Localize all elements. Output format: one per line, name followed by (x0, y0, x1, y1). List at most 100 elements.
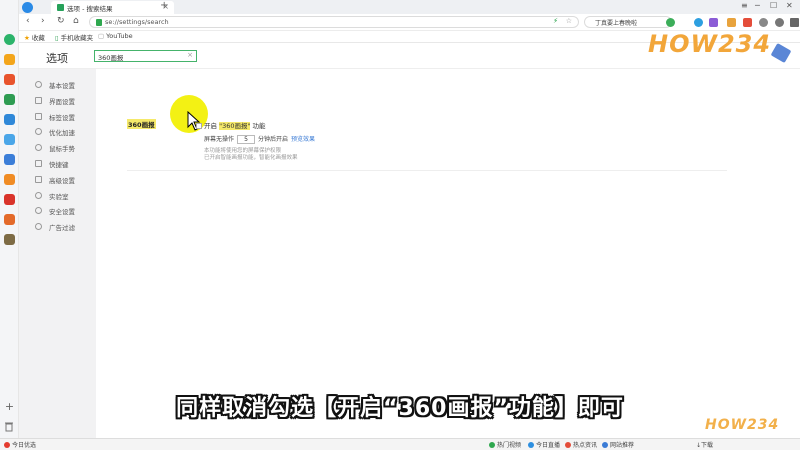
app-sidebar: + (0, 0, 19, 450)
idle-minutes-input[interactable]: 5 (237, 135, 256, 144)
sidebar-item-label: 基本设置 (49, 82, 75, 90)
sidebar-item-label: 安全设置 (49, 208, 75, 216)
undo-icon[interactable] (775, 18, 784, 27)
tab-title: 选项 - 搜索结果 (67, 5, 113, 13)
reload-icon[interactable]: ↻ (57, 16, 65, 26)
clear-search-icon[interactable]: × (187, 51, 193, 59)
tab-strip: 选项 - 搜索结果 × + ≡ ─ ☐ ✕ (19, 0, 800, 14)
sidebar-item-speed[interactable]: 优化加速 (35, 127, 95, 137)
option-highlight: "360画报" (219, 122, 251, 130)
today-picks[interactable]: 今日优选 (4, 440, 36, 449)
preview-link[interactable]: 预览效果 (291, 136, 315, 143)
app-doc-icon[interactable] (4, 154, 15, 165)
watermark-logo-top: HOW234 (648, 30, 792, 64)
status-item-live[interactable]: 今日直播 (528, 440, 560, 449)
tools-icon[interactable] (759, 18, 768, 27)
youtube-bookmark[interactable]: ▢ YouTube (98, 32, 133, 40)
extension-blue-icon[interactable] (694, 18, 703, 27)
option-prefix: 开启 (204, 122, 217, 130)
sidebar-item-shortcuts[interactable]: 快捷键 (35, 159, 95, 169)
menu-icon[interactable]: ≡ (741, 1, 748, 10)
extension-purple-icon[interactable] (709, 18, 718, 27)
more-menu-icon[interactable] (790, 18, 799, 27)
option-suffix: 功能 (252, 122, 266, 130)
status-item-label: 今日直播 (536, 442, 561, 449)
address-bar[interactable]: se://settings/search ⚡ ☆ (89, 16, 579, 28)
keyboard-icon (35, 160, 42, 167)
phone-icon: ▯ (55, 34, 59, 42)
browser-logo-icon[interactable] (22, 2, 33, 13)
app-mail-icon[interactable] (4, 74, 15, 85)
sidebar-item-label: 高级设置 (49, 177, 75, 185)
favorites-button[interactable]: ★ 收藏 (24, 32, 45, 42)
status-item-label: 网站推荐 (610, 442, 635, 449)
speed-mode-icon[interactable]: ⚡ (553, 17, 558, 25)
browser-window: + 选项 - 搜索结果 × + ≡ ─ ☐ ✕ ‹ › ↻ ⌂ se://set… (0, 0, 800, 450)
app-p-icon[interactable] (4, 114, 15, 125)
home-icon (35, 81, 42, 88)
status-item-news[interactable]: 热点资讯 (565, 440, 597, 449)
watermark-text: HOW234 (648, 30, 772, 58)
app-games-icon[interactable] (4, 94, 15, 105)
watermark-logo-bottom: HOW234 (705, 417, 779, 433)
extension-green-icon[interactable] (666, 18, 675, 27)
video-caption: 同样取消勾选【开启“360画报”功能】即可 (176, 396, 624, 421)
settings-tab-favicon-icon (57, 4, 64, 11)
back-icon[interactable]: ‹ (26, 16, 30, 26)
sidebar-item-lab[interactable]: 实验室 (35, 191, 95, 201)
app-star-icon[interactable] (4, 54, 15, 65)
app-game3-icon[interactable] (4, 234, 15, 245)
web-search-box[interactable]: 丁真要上春晚啦 (584, 16, 672, 28)
app-360-icon[interactable] (4, 34, 15, 45)
store-icon[interactable] (743, 18, 752, 27)
settings-search-value[interactable]: 360画报 (98, 52, 123, 62)
app-game2-icon[interactable] (4, 214, 15, 225)
home-icon[interactable]: ⌂ (73, 16, 79, 26)
status-item-sites[interactable]: 网站推荐 (602, 440, 634, 449)
settings-search-input[interactable]: 360画报 × (94, 50, 197, 62)
mobile-favorites-button[interactable]: ▯ 手机收藏夹 (55, 32, 93, 42)
sidebar-item-mouse-gestures[interactable]: 鼠标手势 (35, 143, 95, 153)
sidebar-item-label: 快捷键 (49, 161, 69, 169)
tab-settings-search[interactable]: 选项 - 搜索结果 × (51, 1, 174, 14)
status-item-label: 热门视频 (497, 442, 522, 449)
app-translate-icon[interactable] (4, 134, 15, 145)
search-query[interactable]: 丁真要上春晚啦 (595, 18, 637, 27)
note-line-2: 已开启智能画报功能，智能化画报效果 (204, 155, 298, 161)
download-label: 下载 (701, 442, 714, 449)
trash-icon[interactable] (4, 421, 14, 432)
sidebar-item-label: 鼠标手势 (49, 145, 75, 153)
download-button[interactable]: ↓下载 (696, 440, 713, 449)
app-news-icon[interactable] (4, 194, 15, 205)
app-shop-icon[interactable] (4, 174, 15, 185)
lab-icon (35, 192, 42, 199)
minimize-icon[interactable]: ─ (755, 1, 760, 10)
idle-setting-row: 屏幕无操作 5 分钟后开启 预览效果 (204, 134, 315, 144)
bookmark-star-icon[interactable]: ☆ (566, 17, 572, 25)
sidebar-item-basic[interactable]: 基本设置 (35, 80, 95, 90)
sidebar-item-label: 界面设置 (49, 98, 75, 106)
sidebar-item-ad-filter[interactable]: 广告过滤 (35, 222, 95, 232)
block-icon (35, 223, 42, 230)
sidebar-item-advanced[interactable]: 高级设置 (35, 175, 95, 185)
sidebar-item-label: 标签设置 (49, 114, 75, 122)
maximize-icon[interactable]: ☐ (770, 1, 777, 10)
close-window-icon[interactable]: ✕ (786, 1, 793, 10)
enable-360-pictorial-option[interactable]: 开启 "360画报" 功能 (196, 120, 266, 130)
today-picks-icon (4, 442, 10, 448)
sidebar-item-tabs[interactable]: 标签设置 (35, 112, 95, 122)
sites-icon (602, 442, 608, 448)
mobile-favorites-label: 手机收藏夹 (60, 34, 94, 42)
status-item-videos[interactable]: 热门视频 (489, 440, 521, 449)
new-tab-button[interactable]: + (160, 0, 168, 11)
tab-icon (35, 113, 42, 120)
sidebar-item-interface[interactable]: 界面设置 (35, 96, 95, 106)
sidebar-item-security[interactable]: 安全设置 (35, 206, 95, 216)
games-icon[interactable] (727, 18, 736, 27)
address-url[interactable]: se://settings/search (105, 18, 169, 26)
forward-icon[interactable]: › (41, 16, 45, 26)
watermark-text: HOW234 (705, 417, 780, 433)
enable-360-pictorial-checkbox[interactable] (196, 123, 202, 129)
sidebar-item-label: 实验室 (49, 193, 69, 201)
section-label: 360画报 (127, 119, 156, 129)
